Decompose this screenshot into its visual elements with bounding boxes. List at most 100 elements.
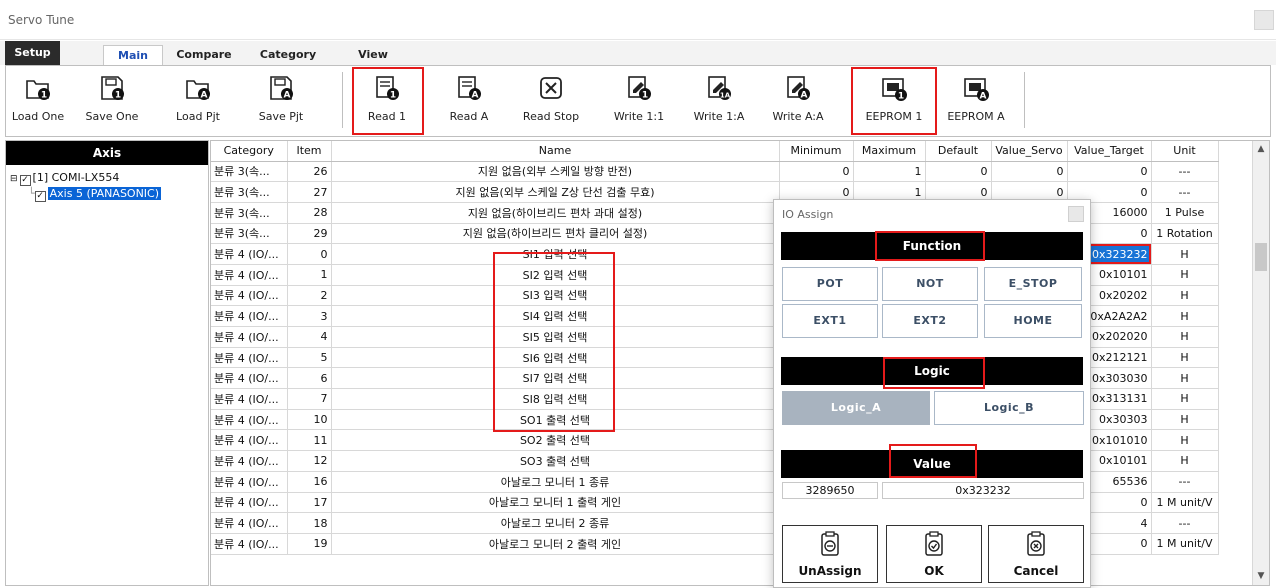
- eeprom-a-button[interactable]: A EEPROM A: [941, 68, 1011, 130]
- table-cell[interactable]: 분류 4 (IO/...: [211, 512, 288, 534]
- table-cell[interactable]: 분류 4 (IO/...: [211, 285, 288, 307]
- table-cell[interactable]: 6: [287, 367, 332, 390]
- table-cell[interactable]: 27: [287, 181, 332, 203]
- table-cell[interactable]: H: [1151, 409, 1219, 431]
- table-cell[interactable]: 분류 4 (IO/...: [211, 471, 288, 493]
- parameter-grid[interactable]: Category Item Name Minimum Maximum Default Val…: [210, 140, 1270, 586]
- table-cell[interactable]: 0: [925, 161, 992, 183]
- value-hex-field[interactable]: 0x323232: [882, 482, 1084, 499]
- ext2-button[interactable]: EXT2: [882, 304, 978, 338]
- table-cell[interactable]: 16: [287, 471, 332, 493]
- table-cell[interactable]: 지원 없음(하이브리드 편차 과대 설정): [331, 202, 780, 224]
- tab-compare[interactable]: Compare: [175, 45, 233, 65]
- table-cell[interactable]: 28: [287, 202, 332, 224]
- table-cell[interactable]: 1: [287, 264, 332, 286]
- value-decimal-field[interactable]: 3289650: [782, 482, 878, 499]
- table-cell[interactable]: 0: [991, 161, 1068, 183]
- save-one-button[interactable]: 1 Save One: [81, 68, 143, 130]
- table-cell[interactable]: 18: [287, 512, 332, 534]
- table-cell[interactable]: 1: [853, 161, 926, 183]
- load-one-button[interactable]: 1 Load One: [10, 68, 66, 130]
- table-cell[interactable]: 분류 4 (IO/...: [211, 409, 288, 431]
- table-cell[interactable]: 0: [779, 161, 854, 183]
- e-stop-button[interactable]: E_STOP: [984, 267, 1082, 301]
- table-cell[interactable]: 지원 없음(외부 스케일 방향 반전): [331, 161, 780, 183]
- vertical-scrollbar[interactable]: ▲ ▼: [1252, 141, 1269, 585]
- table-cell[interactable]: 아날로그 모니터 1 출력 게인: [331, 492, 780, 514]
- column-header[interactable]: Value_Target: [1067, 141, 1152, 162]
- table-cell[interactable]: 19: [287, 533, 332, 555]
- table-cell[interactable]: H: [1151, 347, 1219, 369]
- unassign-button[interactable]: UnAssign: [782, 525, 878, 583]
- table-cell[interactable]: SI3 입력 선택: [331, 285, 780, 307]
- table-cell[interactable]: 1 M unit/V: [1151, 533, 1219, 555]
- collapse-icon[interactable]: ⊟: [10, 174, 18, 184]
- table-cell[interactable]: 아날로그 모니터 2 출력 게인: [331, 533, 780, 555]
- column-header[interactable]: Unit: [1151, 141, 1219, 162]
- table-cell[interactable]: SO3 출력 선택: [331, 450, 780, 472]
- tab-main[interactable]: Main: [103, 45, 163, 66]
- table-cell[interactable]: 4: [287, 326, 332, 348]
- table-cell[interactable]: 분류 3(속...: [211, 223, 288, 245]
- logic-a-button[interactable]: Logic_A: [782, 391, 930, 425]
- ok-button[interactable]: OK: [886, 525, 982, 583]
- table-cell[interactable]: SI5 입력 선택: [331, 326, 780, 348]
- column-header[interactable]: Value_Servo: [991, 141, 1068, 162]
- table-cell[interactable]: H: [1151, 450, 1219, 472]
- checkbox-icon[interactable]: ✓: [19, 175, 31, 186]
- table-cell[interactable]: SO2 출력 선택: [331, 429, 780, 452]
- table-cell[interactable]: 분류 4 (IO/...: [211, 367, 288, 390]
- table-cell[interactable]: 분류 4 (IO/...: [211, 492, 288, 514]
- column-header[interactable]: Category: [211, 141, 288, 162]
- read-1-button[interactable]: 1 Read 1: [355, 68, 419, 130]
- axis-node[interactable]: └ ✓ Axis 5 (PANASONIC): [28, 187, 162, 202]
- table-cell[interactable]: 지원 없음(하이브리드 편차 클리어 설정): [331, 223, 780, 245]
- table-cell[interactable]: 1 Pulse: [1151, 202, 1219, 224]
- load-pjt-button[interactable]: A Load Pjt: [168, 68, 228, 130]
- table-cell[interactable]: 분류 4 (IO/...: [211, 388, 288, 410]
- table-cell[interactable]: 1 M unit/V: [1151, 492, 1219, 514]
- scroll-thumb[interactable]: [1255, 243, 1267, 271]
- dialog-close-button[interactable]: [1068, 206, 1084, 222]
- controller-node[interactable]: ⊟ ✓ [1] COMI-LX554: [10, 171, 119, 186]
- column-header[interactable]: Maximum: [853, 141, 926, 162]
- column-header[interactable]: Item: [287, 141, 332, 162]
- table-cell[interactable]: SI4 입력 선택: [331, 305, 780, 327]
- table-cell[interactable]: 26: [287, 161, 332, 183]
- pot-button[interactable]: POT: [782, 267, 878, 301]
- table-cell[interactable]: 2: [287, 285, 332, 307]
- ext1-button[interactable]: EXT1: [782, 304, 878, 338]
- table-cell[interactable]: 0: [1067, 161, 1152, 183]
- close-window-button[interactable]: [1254, 10, 1274, 30]
- table-cell[interactable]: 분류 4 (IO/...: [211, 326, 288, 348]
- logic-b-button[interactable]: Logic_B: [934, 391, 1084, 425]
- save-pjt-button[interactable]: A Save Pjt: [251, 68, 311, 130]
- scroll-down-icon[interactable]: ▼: [1253, 568, 1269, 585]
- table-cell[interactable]: 분류 3(속...: [211, 161, 288, 183]
- table-cell[interactable]: 분류 4 (IO/...: [211, 429, 288, 452]
- table-cell[interactable]: H: [1151, 264, 1219, 286]
- table-cell[interactable]: H: [1151, 429, 1219, 452]
- tab-view[interactable]: View: [353, 45, 393, 65]
- table-cell[interactable]: ---: [1151, 161, 1219, 183]
- scroll-up-icon[interactable]: ▲: [1253, 141, 1269, 158]
- table-cell[interactable]: 11: [287, 429, 332, 452]
- column-header[interactable]: Minimum: [779, 141, 854, 162]
- table-cell[interactable]: 분류 4 (IO/...: [211, 243, 288, 265]
- read-stop-button[interactable]: Read Stop: [516, 68, 586, 130]
- table-cell[interactable]: SI2 입력 선택: [331, 264, 780, 286]
- table-cell[interactable]: SI7 입력 선택: [331, 367, 780, 390]
- table-cell[interactable]: 아날로그 모니터 2 종류: [331, 512, 780, 534]
- table-cell[interactable]: 분류 4 (IO/...: [211, 533, 288, 555]
- table-cell[interactable]: H: [1151, 305, 1219, 327]
- table-cell[interactable]: H: [1151, 285, 1219, 307]
- table-cell[interactable]: 지원 없음(외부 스케일 Z상 단선 검출 무효): [331, 181, 780, 203]
- table-cell[interactable]: 7: [287, 388, 332, 410]
- table-cell[interactable]: ---: [1151, 181, 1219, 203]
- table-cell[interactable]: 분류 3(속...: [211, 181, 288, 203]
- table-cell[interactable]: 5: [287, 347, 332, 369]
- table-cell[interactable]: H: [1151, 367, 1219, 390]
- cancel-button[interactable]: Cancel: [988, 525, 1084, 583]
- table-cell[interactable]: ---: [1151, 471, 1219, 493]
- tab-setup[interactable]: Setup: [5, 41, 60, 65]
